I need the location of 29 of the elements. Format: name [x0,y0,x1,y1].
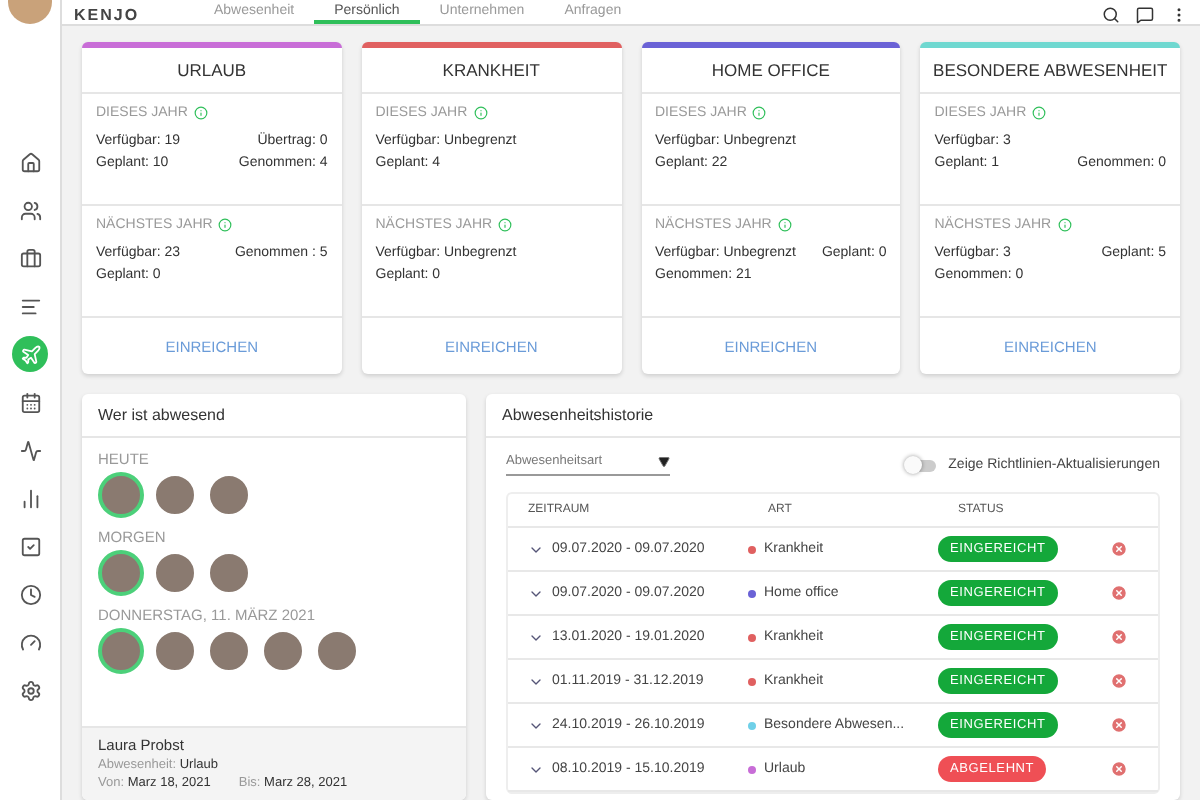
info-icon[interactable] [1032,106,1047,120]
avatar[interactable] [98,628,144,674]
info-icon[interactable] [218,218,233,232]
avatar[interactable] [98,550,144,596]
info-icon[interactable] [752,106,767,120]
info-icon[interactable] [498,218,513,232]
delete-icon[interactable] [1109,628,1127,646]
plane-icon[interactable] [12,336,48,372]
panel-title: Abwesenheitshistorie [486,394,1180,438]
info-icon[interactable] [193,106,208,120]
panel-title: Wer ist abwesend [82,394,466,438]
card-title: HOME OFFICE [641,48,901,94]
logo: KENJO [72,6,142,24]
delete-icon[interactable] [1109,540,1127,558]
caret-icon [658,455,670,467]
info-icon[interactable] [777,218,792,232]
card-title: URLAUB [82,48,342,94]
info-icon[interactable] [473,106,488,120]
delete-icon[interactable] [1109,716,1127,734]
toggle-switch[interactable] [908,459,937,471]
search-icon[interactable] [1102,6,1120,24]
delete-icon[interactable] [1109,760,1127,778]
card-title: BESONDERE ABWESENHEIT [920,48,1180,94]
avatar[interactable] [98,472,144,518]
chat-icon[interactable] [1136,6,1154,24]
info-icon[interactable] [1057,218,1072,232]
delete-icon[interactable] [1109,584,1127,602]
delete-icon[interactable] [1109,672,1127,690]
card-title: KRANKHEIT [361,48,621,94]
